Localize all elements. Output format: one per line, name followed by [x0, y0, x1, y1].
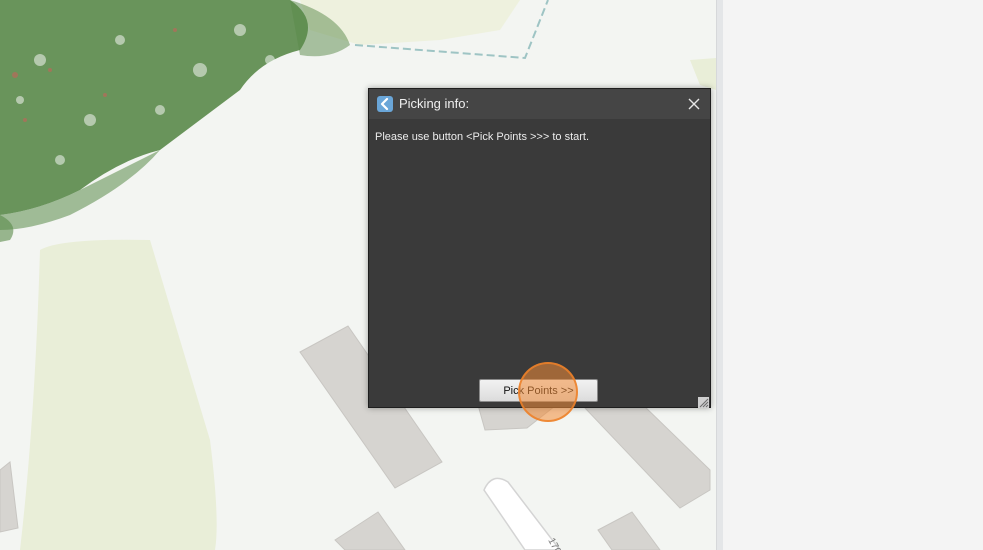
side-panel	[723, 0, 983, 550]
back-arrow-icon	[377, 96, 393, 112]
close-button[interactable]	[684, 94, 704, 114]
info-message: Please use button <Pick Points >>> to st…	[375, 131, 590, 143]
pick-points-button[interactable]: Pick Points >>	[479, 379, 598, 402]
resize-grip-icon[interactable]	[698, 395, 709, 408]
dialog-titlebar[interactable]: Picking info:	[369, 89, 710, 119]
screen: 170 Picking info: Please use button <Pic…	[0, 0, 983, 550]
dialog-title: Picking info:	[399, 96, 470, 111]
close-icon	[688, 98, 700, 110]
picking-info-dialog: Picking info: Please use button <Pick Po…	[368, 88, 711, 408]
